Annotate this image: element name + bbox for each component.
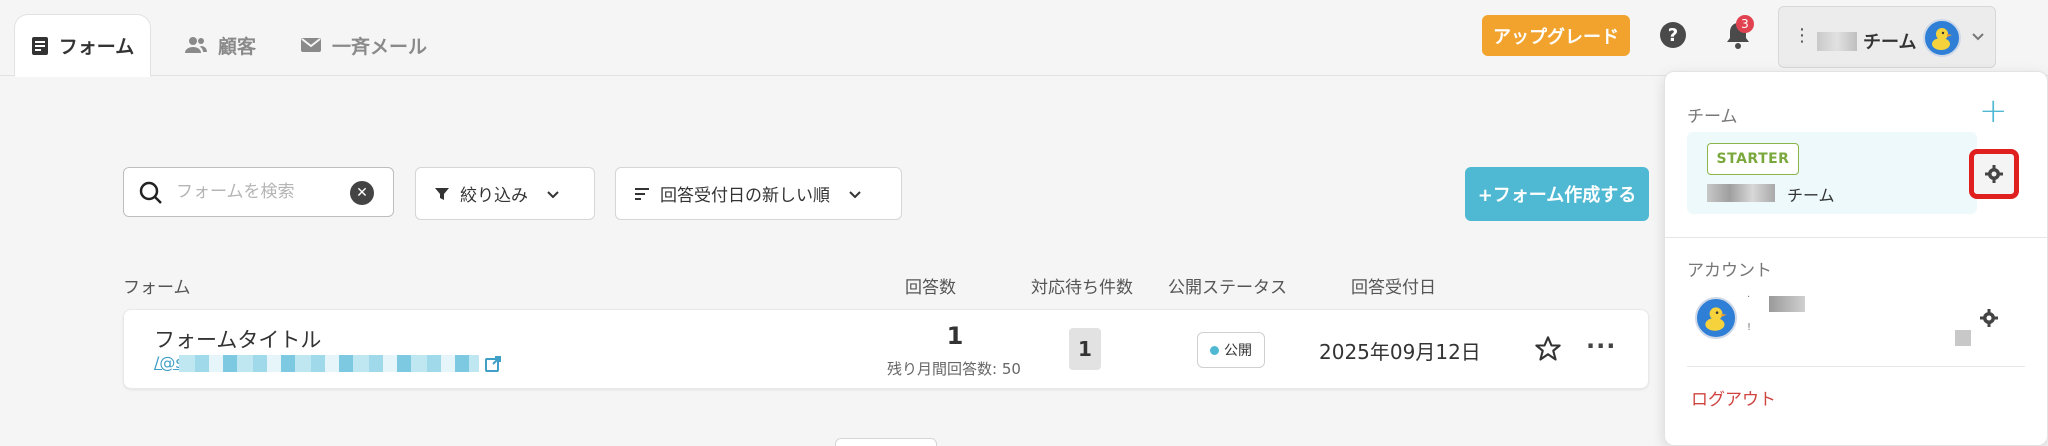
- chevron-down-icon: [849, 190, 861, 198]
- sort-button[interactable]: 回答受付日の新しい順: [615, 167, 902, 220]
- status-dot: [1210, 345, 1219, 355]
- response-date: 2025年09月12日: [1319, 340, 1481, 364]
- gear-icon[interactable]: [1979, 308, 1999, 328]
- header-date: 回答受付日: [1351, 278, 1436, 298]
- star-icon[interactable]: [1534, 335, 1562, 363]
- gear-icon: [1985, 165, 2003, 183]
- header-form: フォーム: [123, 278, 191, 298]
- header-status: 公開ステータス: [1168, 278, 1287, 298]
- chevron-down-icon: [1972, 33, 1984, 41]
- status-label: 公開: [1224, 343, 1252, 359]
- team-avatar: [1923, 19, 1961, 57]
- external-link-icon[interactable]: [484, 355, 502, 373]
- add-team-icon[interactable]: +: [1979, 94, 2008, 128]
- filter-button[interactable]: 絞り込み: [415, 167, 595, 220]
- divider: [1687, 366, 2025, 367]
- filter-label: 絞り込み: [460, 186, 528, 206]
- team-card[interactable]: STARTER チーム: [1687, 132, 1977, 214]
- redacted-team-name: [1817, 32, 1857, 51]
- team-name: チーム: [1787, 186, 1835, 205]
- users-icon: [185, 37, 207, 53]
- status-badge: 公開: [1197, 332, 1265, 368]
- create-form-button[interactable]: +フォーム作成する: [1465, 167, 1649, 221]
- account-section-title: アカウント: [1687, 261, 1772, 281]
- top-navigation: フォーム 顧客 一斉メール アップグレード ? 3 ⋮ チーム: [0, 0, 2048, 77]
- clear-search-icon[interactable]: ✕: [350, 181, 374, 205]
- duck-icon: [1705, 307, 1727, 331]
- tab-customers[interactable]: 顧客: [184, 14, 256, 76]
- table-row[interactable]: フォームタイトル /@s 1 残り月間回答数: 50 1 公開 2025年09月…: [123, 309, 1649, 389]
- redacted-account-name: [1769, 296, 1805, 312]
- header-responses: 回答数: [905, 278, 956, 298]
- mail-icon: [301, 38, 321, 52]
- chevron-down-icon: [547, 190, 559, 198]
- logout-link[interactable]: ログアウト: [1691, 385, 1776, 410]
- more-options-icon[interactable]: ···: [1586, 332, 1616, 360]
- header-pending: 対応待ち件数: [1031, 278, 1133, 298]
- team-switcher-name: チーム: [1863, 32, 1917, 53]
- pending-count-badge[interactable]: 1: [1069, 328, 1101, 370]
- tab-forms[interactable]: フォーム: [14, 14, 151, 77]
- remaining-responses: 残り月間回答数: 50: [887, 360, 1021, 378]
- tab-bulk-mail[interactable]: 一斉メール: [300, 14, 427, 76]
- tab-forms-label: フォーム: [58, 36, 135, 58]
- search-box: ✕: [123, 167, 394, 217]
- notification-badge: 3: [1736, 15, 1754, 33]
- tab-customers-label: 顧客: [218, 35, 257, 58]
- duck-icon: [1932, 28, 1952, 50]
- team-settings-button[interactable]: [1969, 149, 2019, 199]
- filter-icon: [435, 187, 449, 200]
- sort-icon: [635, 187, 649, 200]
- plan-badge: STARTER: [1707, 143, 1799, 175]
- account-avatar: [1695, 297, 1737, 339]
- search-input[interactable]: [176, 180, 346, 204]
- account-email-marker: !: [1747, 322, 1752, 333]
- search-icon: [139, 181, 162, 204]
- pagination[interactable]: [835, 438, 937, 446]
- account-name-marker: ·: [1747, 292, 1751, 303]
- team-account-dropdown: チーム + STARTER チーム アカウント · ! ログアウト: [1664, 71, 2048, 446]
- team-switcher-dots: ⋮: [1793, 25, 1811, 46]
- team-section-title: チーム: [1687, 107, 1738, 127]
- sort-label: 回答受付日の新しい順: [660, 186, 830, 206]
- redacted-account-email: [1955, 330, 1971, 346]
- upgrade-button[interactable]: アップグレード: [1482, 15, 1630, 56]
- divider: [1665, 237, 2047, 238]
- form-title[interactable]: フォームタイトル: [154, 324, 321, 354]
- tab-bulk-mail-label: 一斉メール: [332, 35, 428, 58]
- help-icon[interactable]: ?: [1660, 22, 1686, 48]
- team-switcher[interactable]: ⋮ チーム: [1778, 6, 1996, 68]
- form-icon: [31, 36, 48, 55]
- redacted-form-url: [179, 355, 479, 372]
- response-count: 1: [946, 322, 964, 350]
- redacted-team-name: [1707, 184, 1775, 202]
